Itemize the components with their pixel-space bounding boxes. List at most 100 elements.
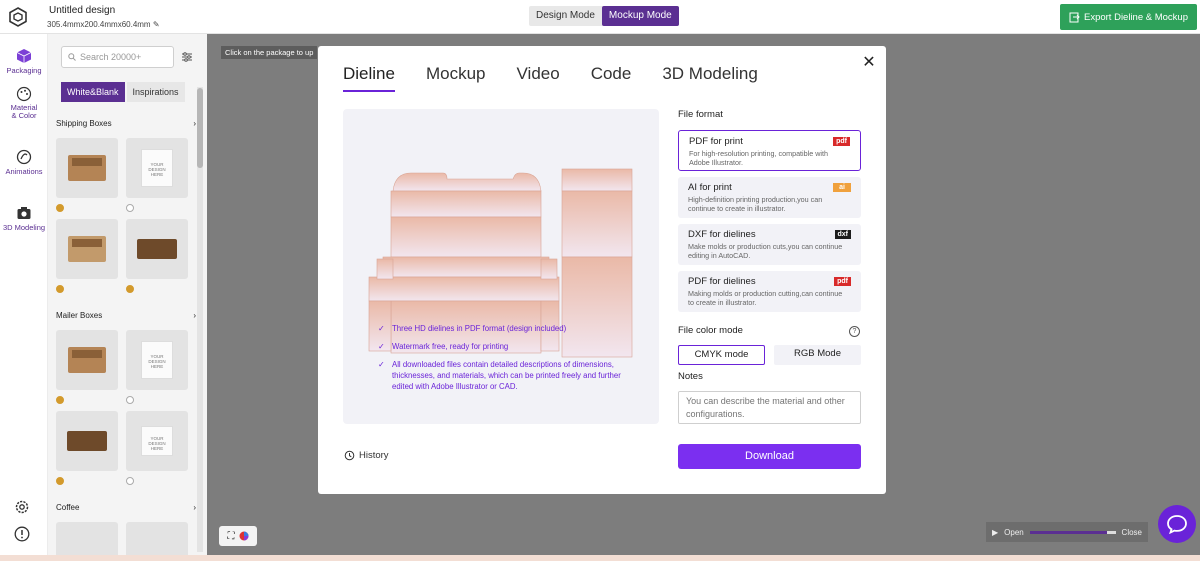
search-placeholder: Search 20000+	[80, 52, 142, 62]
panel-scrollbar-thumb[interactable]	[197, 88, 203, 168]
tab-video[interactable]: Video	[517, 64, 560, 92]
app-logo-icon[interactable]	[8, 7, 28, 27]
rail-packaging-label: Packaging	[6, 66, 42, 75]
section-mailer-boxes[interactable]: Mailer Boxes ›	[56, 311, 196, 320]
canvas-tools[interactable]: ⛶	[219, 526, 257, 546]
mockup-mode-button[interactable]: Mockup Mode	[601, 6, 679, 26]
color-radio[interactable]	[126, 477, 134, 485]
document-title[interactable]: Untitled design	[49, 5, 115, 16]
tab-mockup[interactable]: Mockup	[426, 64, 486, 92]
kraft-box-image	[68, 236, 106, 262]
template-thumbnail[interactable]	[126, 219, 188, 279]
feature-text: Three HD dielines in PDF format (design …	[392, 324, 567, 333]
notes-field[interactable]	[678, 391, 861, 424]
color-radio[interactable]	[126, 285, 134, 293]
section-title: Mailer Boxes	[56, 311, 103, 320]
export-dieline-mockup-button[interactable]: Export Dieline & Mockup	[1060, 4, 1197, 30]
pdf-badge: pdf	[834, 277, 851, 286]
format-option-pdf-print[interactable]: PDF for print For high-resolution printi…	[678, 130, 861, 171]
rail-material-color[interactable]: Material & Color	[0, 86, 48, 120]
animation-slider-fill	[1029, 530, 1107, 534]
file-color-mode-label: File color mode	[678, 325, 743, 336]
chevron-right-icon: ›	[193, 311, 196, 320]
dxf-badge: dxf	[834, 230, 851, 239]
tab-inspirations[interactable]: Inspirations	[126, 82, 185, 102]
palette-icon	[16, 86, 32, 102]
left-rail: Packaging Material & Color Animations 3D…	[0, 34, 48, 561]
color-radio[interactable]	[56, 204, 64, 212]
animations-icon	[16, 149, 32, 165]
rail-packaging[interactable]: Packaging	[0, 48, 48, 75]
check-icon: ✓	[378, 324, 385, 333]
template-thumbnail[interactable]: YOUR DESIGN HERE	[126, 138, 188, 198]
check-icon: ✓	[378, 360, 385, 369]
color-radio[interactable]	[126, 204, 134, 212]
history-icon	[344, 450, 355, 461]
tab-white-blank[interactable]: White&Blank	[61, 82, 125, 102]
export-modal: Dieline Mockup Video Code 3D Modeling ✕	[318, 46, 886, 494]
rail-3d-modeling-label: 3D Modeling	[2, 223, 46, 232]
anim-close-label: Close	[1121, 527, 1142, 537]
search-box[interactable]: Search 20000+	[61, 46, 174, 68]
template-thumbnail[interactable]	[56, 219, 118, 279]
cmyk-mode-button[interactable]: CMYK mode	[678, 345, 765, 365]
dieline-preview: ✓ Three HD dielines in PDF format (design…	[343, 109, 659, 424]
format-desc: High-definition printing production,you …	[688, 195, 823, 213]
tab-3d-modeling[interactable]: 3D Modeling	[662, 64, 757, 92]
section-shipping-boxes[interactable]: Shipping Boxes ›	[56, 119, 196, 128]
format-name: DXF for dielines	[688, 229, 756, 240]
template-thumbnail[interactable]: YOUR DESIGN HERE	[126, 330, 188, 390]
top-bar: Untitled design 305.4mmx200.4mmx60.4mm ✎…	[0, 0, 1200, 34]
format-desc: Make molds or production cuts,you can co…	[688, 242, 843, 260]
close-icon[interactable]: ✕	[862, 55, 876, 71]
history-label: History	[359, 450, 389, 461]
canvas-hint: Click on the package to up	[221, 46, 318, 59]
template-thumbnail[interactable]	[56, 330, 118, 390]
settings-gear-icon[interactable]	[14, 499, 30, 515]
chevron-right-icon: ›	[193, 119, 196, 128]
rgb-mode-button[interactable]: RGB Mode	[774, 345, 861, 365]
format-desc: Making molds or production cutting,can c…	[688, 289, 843, 307]
white-box-image: YOUR DESIGN HERE	[141, 341, 173, 379]
animation-slider[interactable]	[1029, 530, 1116, 534]
history-link[interactable]: History	[344, 450, 389, 461]
help-icon[interactable]	[14, 526, 30, 542]
template-thumbnail[interactable]	[56, 411, 118, 471]
color-radio[interactable]	[56, 285, 64, 293]
pdf-badge: pdf	[833, 137, 850, 146]
download-button[interactable]: Download	[678, 444, 861, 469]
rail-3d-modeling[interactable]: 3D Modeling	[0, 205, 48, 232]
format-option-dxf-dielines[interactable]: DXF for dielines Make molds or productio…	[678, 224, 861, 265]
tab-dieline[interactable]: Dieline	[343, 64, 395, 92]
color-wheel-icon[interactable]	[239, 531, 249, 541]
export-icon	[1069, 12, 1080, 22]
document-size[interactable]: 305.4mmx200.4mmx60.4mm ✎	[47, 20, 160, 29]
question-icon[interactable]: ?	[849, 326, 860, 337]
template-thumbnail[interactable]	[56, 138, 118, 198]
tab-code[interactable]: Code	[591, 64, 632, 92]
feature-text: All downloaded files contain detailed de…	[392, 360, 621, 391]
filter-icon[interactable]	[181, 51, 193, 63]
kraft-box-image	[68, 347, 106, 373]
play-icon[interactable]: ▶	[992, 528, 998, 537]
edit-icon[interactable]: ✎	[153, 20, 160, 29]
design-mode-button[interactable]: Design Mode	[529, 6, 602, 26]
format-option-ai-print[interactable]: AI for print High-definition printing pr…	[678, 177, 861, 218]
color-radio[interactable]	[56, 396, 64, 404]
rail-material-label-2: & Color	[11, 111, 37, 120]
fill-bucket-icon[interactable]: ⛶	[228, 531, 235, 542]
rail-animations[interactable]: Animations	[0, 149, 48, 176]
template-thumbnail[interactable]: YOUR DESIGN HERE	[126, 411, 188, 471]
section-coffee[interactable]: Coffee ›	[56, 503, 196, 512]
feature-text: Watermark free, ready for printing	[392, 342, 509, 351]
format-name: PDF for dielines	[688, 276, 756, 287]
format-name: AI for print	[688, 182, 732, 193]
chat-button[interactable]	[1158, 505, 1196, 543]
kraft-box-image	[68, 155, 106, 181]
dark-box-image	[137, 239, 177, 259]
color-radio[interactable]	[126, 396, 134, 404]
mode-switch: Design Mode Mockup Mode	[529, 6, 679, 26]
bottom-strip	[0, 555, 1200, 561]
format-option-pdf-dielines[interactable]: PDF for dielines Making molds or product…	[678, 271, 861, 312]
color-radio[interactable]	[56, 477, 64, 485]
